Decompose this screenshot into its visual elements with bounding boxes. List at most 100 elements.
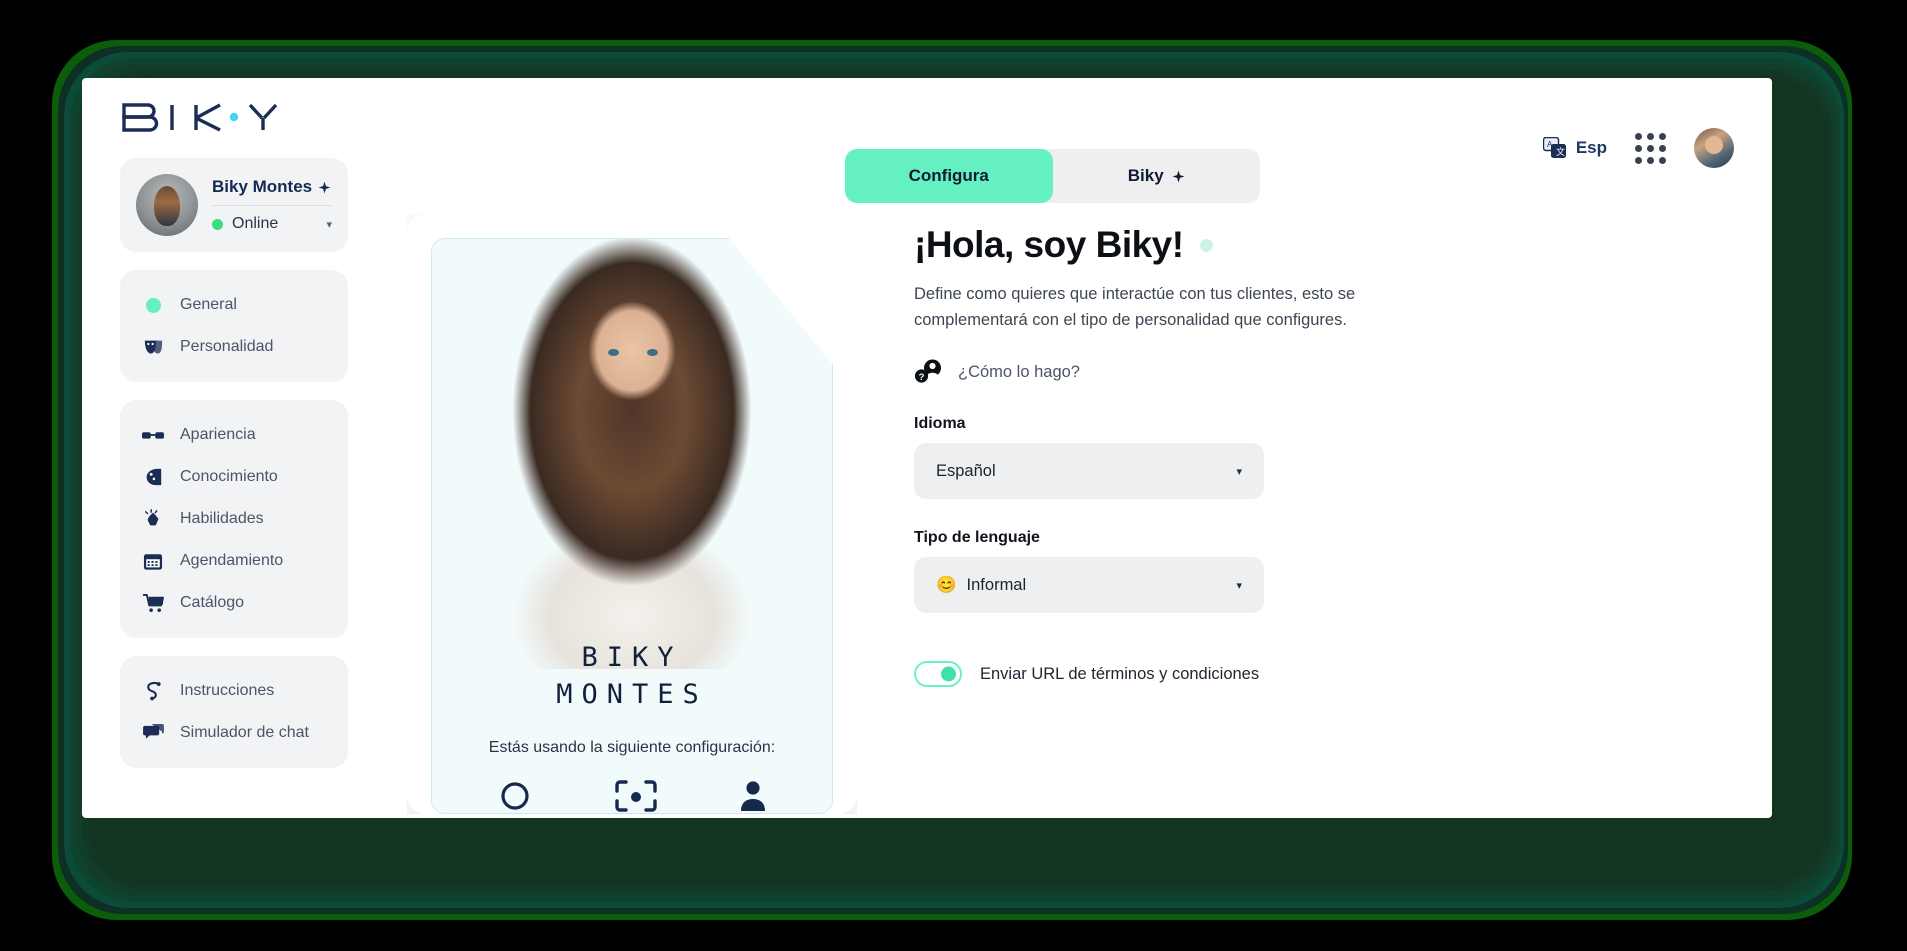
sidebar: Biky Montes Online ▾ General Personalida… xyxy=(82,158,372,818)
avatar[interactable] xyxy=(1694,128,1734,168)
grid-dot xyxy=(1635,144,1642,152)
grid-dot xyxy=(1659,144,1666,152)
person-icon[interactable] xyxy=(740,779,766,813)
eye-left xyxy=(608,349,619,356)
sidebar-item-label: Apariencia xyxy=(180,426,256,443)
bot-name-line-2: MONTES xyxy=(556,678,708,710)
idioma-select[interactable]: Español ▾ xyxy=(914,443,1264,500)
sidebar-item-instrucciones[interactable]: Instrucciones xyxy=(136,670,332,712)
chevron-down-icon: ▾ xyxy=(1236,579,1242,592)
tipo-lenguaje-label: Tipo de lenguaje xyxy=(914,529,1040,547)
profile-status-label: Online xyxy=(232,215,279,232)
page-title: ¡Hola, soy Biky! xyxy=(914,224,1732,266)
idioma-value: Español xyxy=(936,461,996,480)
bot-config-icons xyxy=(458,779,806,813)
grid-dot xyxy=(1647,156,1654,164)
profile-name-text: Biky Montes xyxy=(212,177,313,196)
terms-url-toggle[interactable] xyxy=(914,661,962,688)
tipo-lenguaje-emoji: 😊 xyxy=(936,575,957,594)
logo-dot-icon xyxy=(229,112,239,122)
profile-status[interactable]: Online ▾ xyxy=(212,206,332,233)
sidebar-item-habilidades[interactable]: Habilidades xyxy=(136,498,332,540)
grid-dot xyxy=(1659,132,1666,140)
sidebar-item-label: Personalidad xyxy=(180,338,274,355)
masks-icon xyxy=(142,336,164,358)
howto-label: ¿Cómo lo hago? xyxy=(958,362,1080,381)
svg-text:?: ? xyxy=(919,372,925,383)
sidebar-item-label: Conocimiento xyxy=(180,468,278,485)
sidebar-group-2: Apariencia Conocimiento Habilidades Agen… xyxy=(120,400,348,638)
terms-url-toggle-row: Enviar URL de términos y condiciones xyxy=(914,661,1732,688)
sidebar-item-apariencia[interactable]: Apariencia xyxy=(136,414,332,456)
sidebar-item-label: Agendamiento xyxy=(180,552,284,569)
grid-apps-icon[interactable] xyxy=(1635,132,1666,164)
svg-text:文: 文 xyxy=(1556,146,1565,157)
biky-logo-icon xyxy=(122,103,278,132)
grid-dot xyxy=(1647,132,1654,140)
screenshot-stage: Configura Biky A 文 Esp Biky Montes Onlin… xyxy=(0,0,1907,951)
bot-photo xyxy=(467,239,797,669)
app-body: Biky Montes Online ▾ General Personalida… xyxy=(82,158,1772,818)
header-right-cluster: A 文 Esp xyxy=(1542,128,1734,168)
tab-biky[interactable]: Biky xyxy=(1053,149,1261,203)
biky-logo[interactable] xyxy=(120,101,280,135)
teal-dot-icon xyxy=(142,294,164,316)
sidebar-item-label: Catálogo xyxy=(180,594,245,611)
top-nav-tabs[interactable]: Configura Biky xyxy=(845,149,1260,203)
page-title-text: ¡Hola, soy Biky! xyxy=(914,224,1184,265)
chevron-down-icon: ▾ xyxy=(1236,465,1242,478)
flow-s-icon xyxy=(142,680,164,702)
chat-bubbles-icon xyxy=(142,722,164,744)
brain-icon xyxy=(142,466,164,488)
face-outline-icon[interactable] xyxy=(498,779,532,813)
sidebar-item-conocimiento[interactable]: Conocimiento xyxy=(136,456,332,498)
bot-card-text: BIKY MONTES Estás usando la siguiente co… xyxy=(432,640,832,813)
terms-url-toggle-label: Enviar URL de términos y condiciones xyxy=(980,664,1260,683)
panel-description: Define como quieres que interactúe con t… xyxy=(914,285,1356,329)
sidebar-item-label: Simulador de chat xyxy=(180,724,309,741)
clapping-hands-icon xyxy=(142,508,164,530)
bot-preview-column: BIKY MONTES Estás usando la siguiente co… xyxy=(372,158,892,818)
language-label: Esp xyxy=(1575,138,1607,157)
shopping-cart-icon xyxy=(142,592,164,614)
sidebar-item-label: Instrucciones xyxy=(180,682,275,699)
scan-face-icon[interactable] xyxy=(614,779,658,813)
toggle-knob xyxy=(941,666,956,682)
online-status-dot-icon xyxy=(212,218,223,230)
translate-icon: A 文 xyxy=(1542,137,1566,158)
tab-configura[interactable]: Configura xyxy=(845,149,1053,203)
sidebar-item-label: Habilidades xyxy=(180,510,264,527)
chevron-down-icon[interactable]: ▾ xyxy=(326,218,332,231)
sidebar-item-simulador-de-chat[interactable]: Simulador de chat xyxy=(136,712,332,754)
title-accent-dot-icon xyxy=(1199,238,1213,252)
sidebar-group-3: Instrucciones Simulador de chat xyxy=(120,656,348,768)
app-header: Configura Biky A 文 Esp xyxy=(82,78,1772,203)
glasses-icon xyxy=(142,424,164,446)
language-switch[interactable]: A 文 Esp xyxy=(1542,137,1607,159)
profile-avatar xyxy=(136,174,198,236)
sidebar-item-general[interactable]: General xyxy=(136,284,332,326)
eye-right xyxy=(647,349,658,356)
sidebar-item-personalidad[interactable]: Personalidad xyxy=(136,326,332,368)
sparkle-icon xyxy=(1172,170,1185,182)
tab-configura-label: Configura xyxy=(908,166,989,185)
profile-info: Biky Montes Online ▾ xyxy=(212,177,332,233)
sidebar-item-agendamiento[interactable]: Agendamiento xyxy=(136,540,332,582)
sidebar-profile-card[interactable]: Biky Montes Online ▾ xyxy=(120,158,348,252)
sparkle-icon xyxy=(318,181,331,193)
profile-name: Biky Montes xyxy=(212,177,332,206)
bot-config-label: Estás usando la siguiente configuración: xyxy=(488,739,776,756)
sidebar-group-1: General Personalidad xyxy=(120,270,348,382)
bot-preview-card[interactable]: BIKY MONTES Estás usando la siguiente co… xyxy=(407,214,857,814)
tipo-lenguaje-select[interactable]: 😊 Informal ▾ xyxy=(914,557,1264,614)
grid-dot xyxy=(1635,132,1642,140)
sidebar-item-catalogo[interactable]: Catálogo xyxy=(136,582,332,624)
howto-link[interactable]: ? ¿Cómo lo hago? xyxy=(914,359,1732,385)
bot-preview-inner: BIKY MONTES Estás usando la siguiente co… xyxy=(431,238,833,814)
grid-dot xyxy=(1659,156,1666,164)
config-panel: ¡Hola, soy Biky! Define como quieres que… xyxy=(892,158,1772,818)
tipo-lenguaje-value: Informal xyxy=(966,575,1027,594)
bot-name-line-1: BIKY xyxy=(581,642,683,674)
grid-dot xyxy=(1647,144,1654,152)
idioma-label: Idioma xyxy=(914,415,966,433)
